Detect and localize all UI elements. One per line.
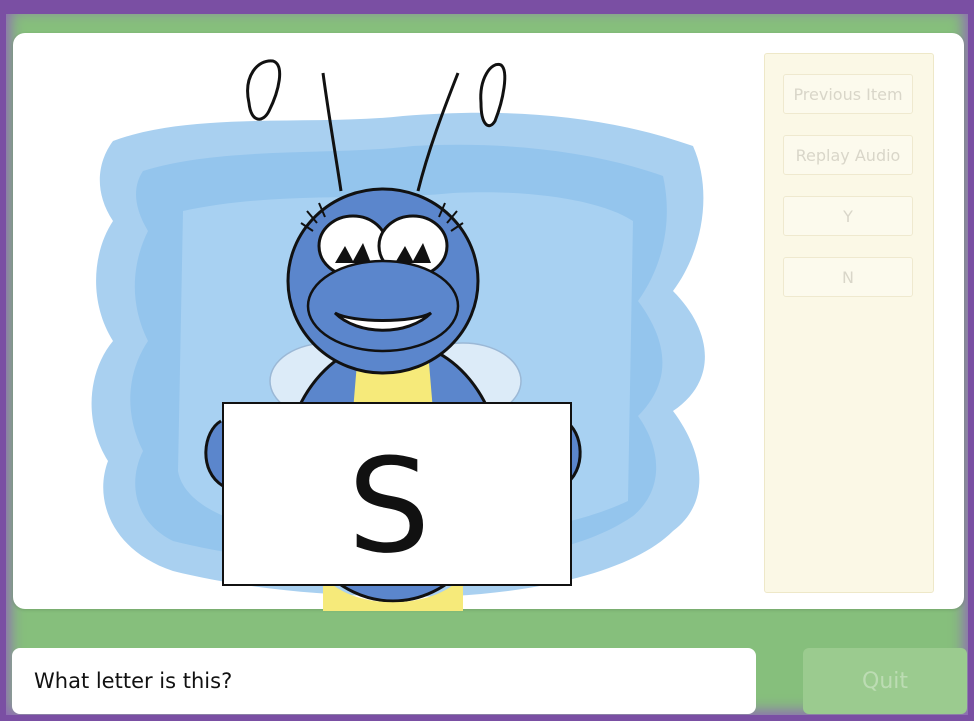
control-panel: Previous Item Replay Audio Y N [764,53,934,593]
bug-head [286,187,480,375]
letter-card: S [222,402,572,586]
content-card: S Previous Item Replay Audio Y N [13,33,964,611]
no-button[interactable]: N [783,257,913,297]
bug-holding-letter-card-image: S [91,59,705,611]
card-letter: S [348,430,431,582]
replay-audio-button[interactable]: Replay Audio [783,135,913,175]
question-prompt: What letter is this? [12,648,756,714]
quit-button[interactable]: Quit [803,648,967,714]
yes-button[interactable]: Y [783,196,913,236]
previous-item-button[interactable]: Previous Item [783,74,913,114]
top-border [0,0,974,14]
